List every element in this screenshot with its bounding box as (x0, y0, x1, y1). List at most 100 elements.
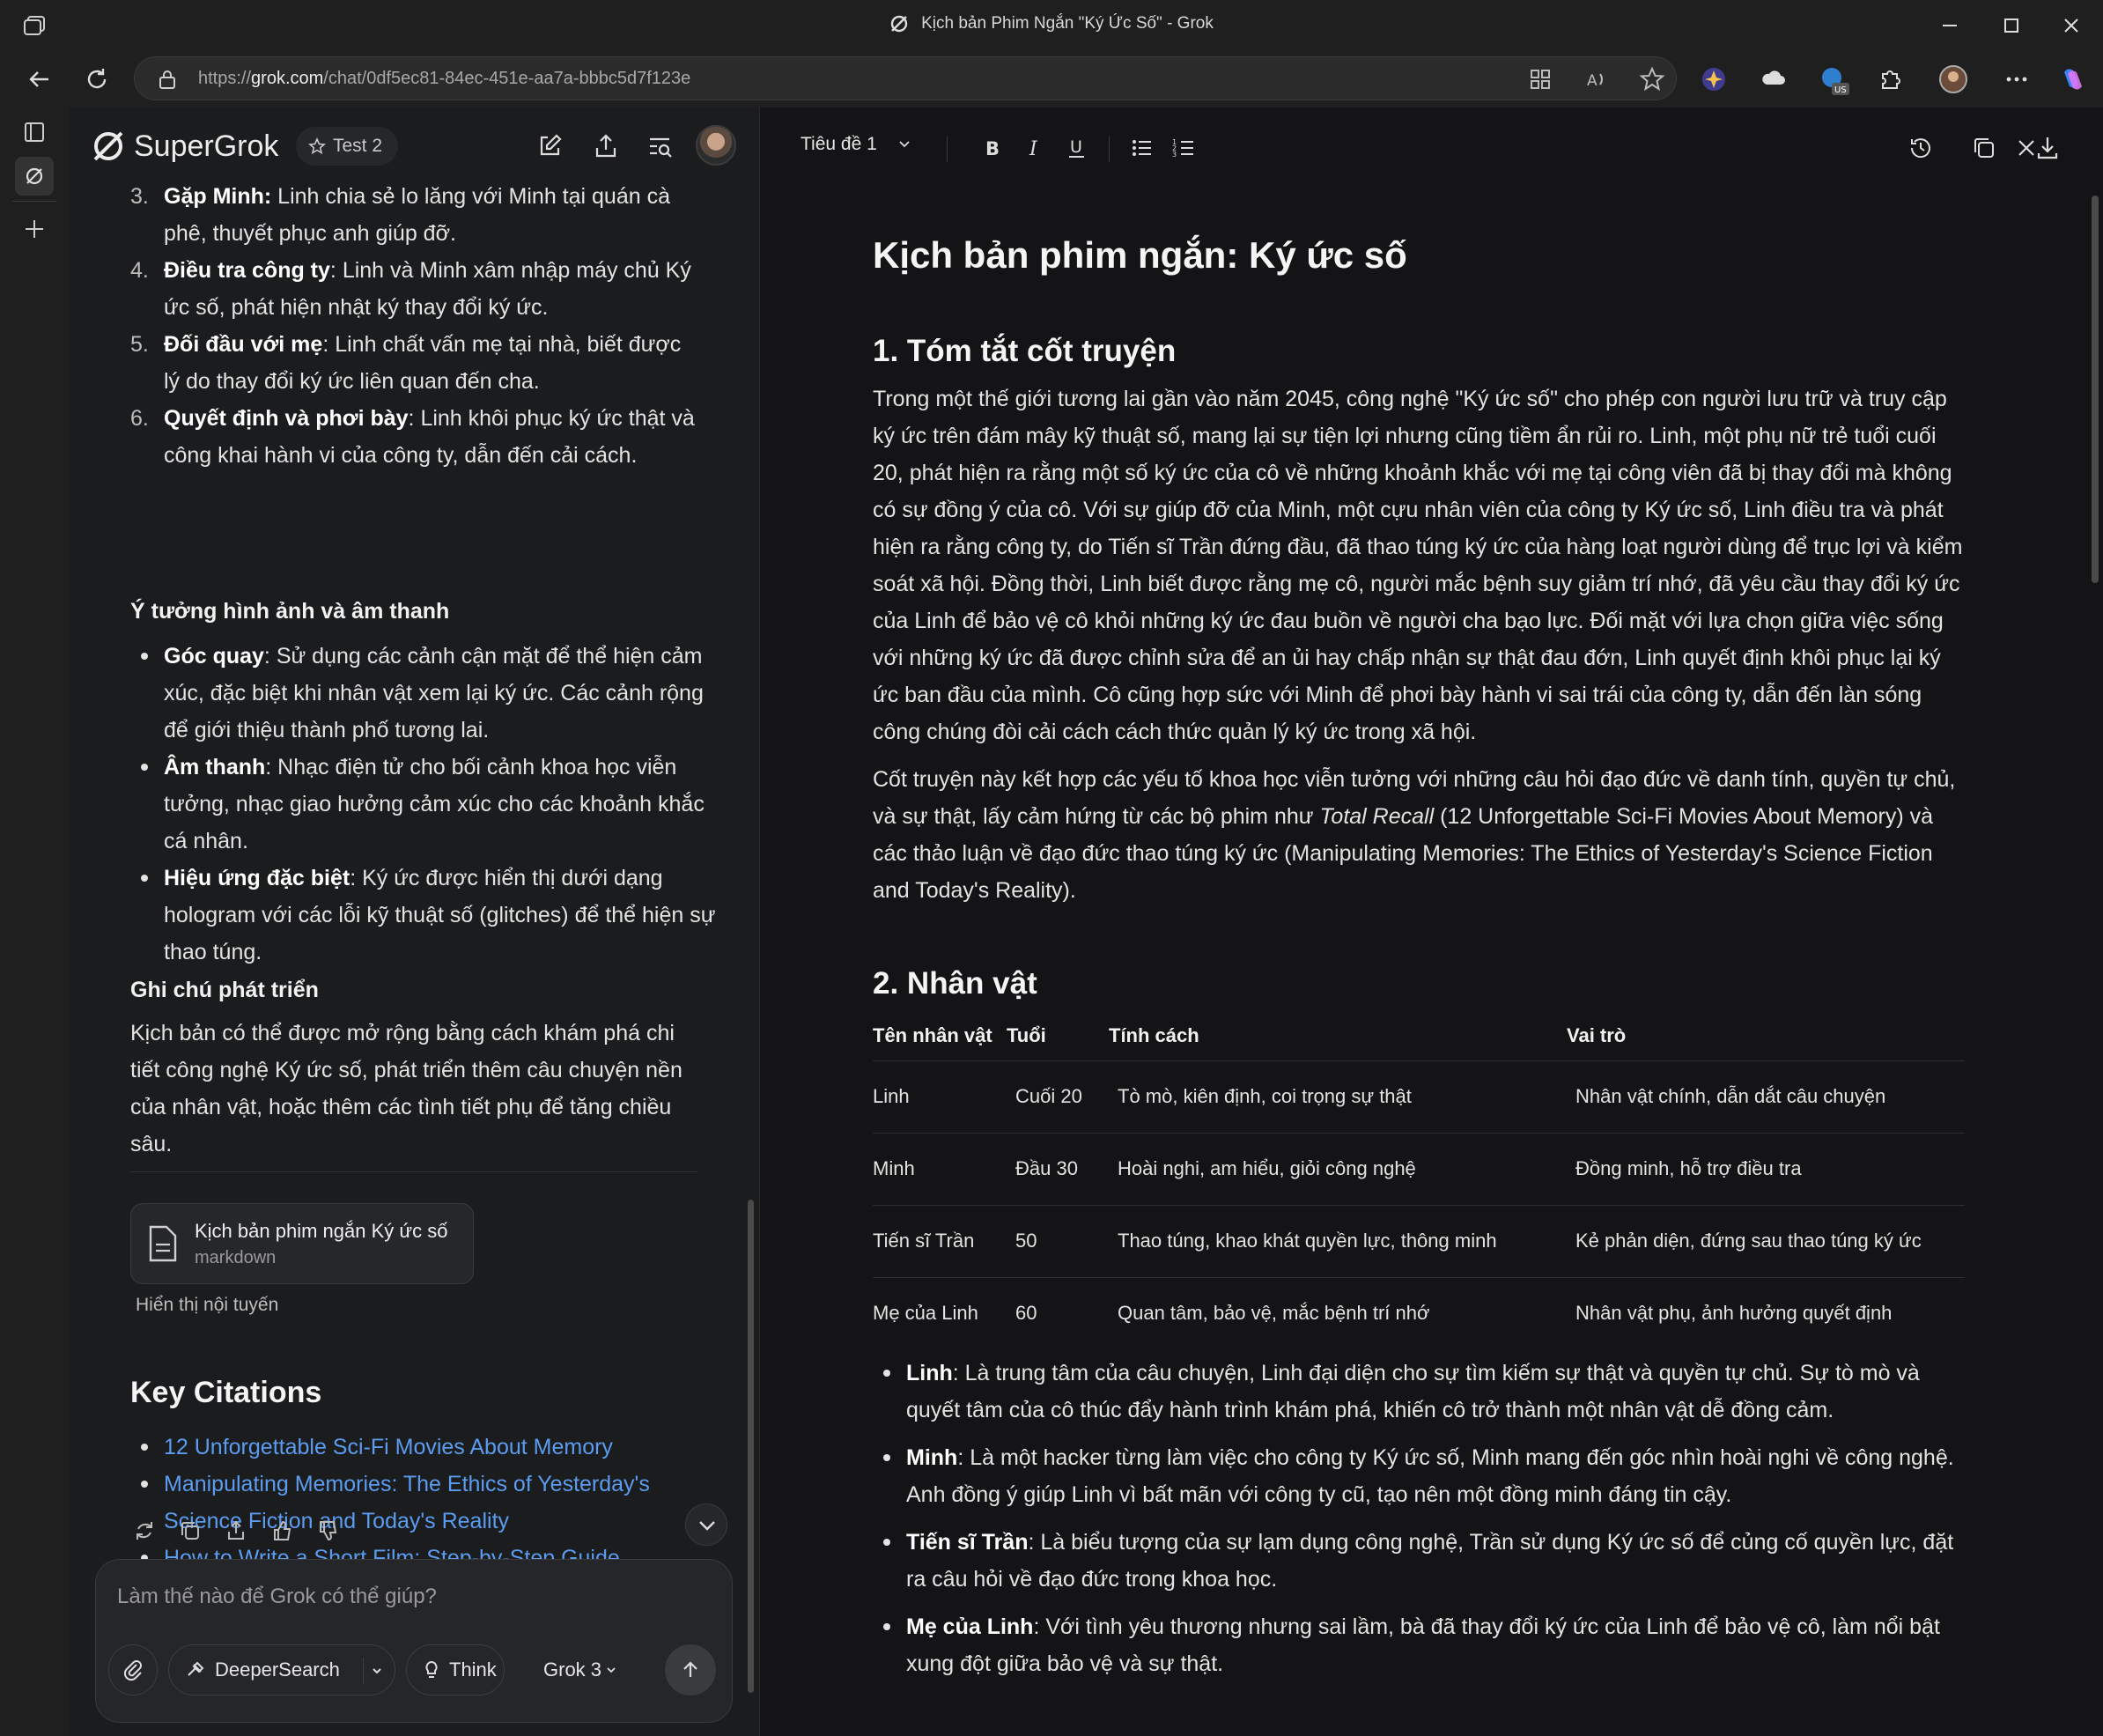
chat-header: SuperGrok Test 2 (69, 107, 759, 187)
plot-summary-paragraph[interactable]: Trong một thế giới tương lai gần vào năm… (873, 380, 1965, 750)
more-options-icon[interactable] (2001, 63, 2033, 95)
think-button[interactable]: Think (406, 1644, 505, 1695)
table-cell[interactable]: 60 (1007, 1276, 1109, 1349)
thumbs-down-icon[interactable] (314, 1517, 342, 1545)
history-search-icon[interactable] (645, 130, 676, 162)
chat-scrollbar[interactable] (748, 1200, 754, 1693)
table-cell[interactable]: Nhân vật chính, dẫn dắt câu chuyện (1567, 1060, 1965, 1133)
share-icon[interactable] (590, 130, 622, 162)
step-title: Điều tra công ty (164, 258, 330, 283)
column-header: Tính cách (1109, 1023, 1199, 1046)
list-number: 6. (130, 406, 149, 431)
user-avatar[interactable] (696, 125, 736, 166)
section-heading[interactable]: 1. Tóm tắt cốt truyện (873, 331, 1965, 372)
chat-panel: SuperGrok Test 2 3. Gặp Minh: Linh chia s… (69, 107, 759, 1736)
document-icon (147, 1223, 179, 1264)
show-inline-link[interactable]: Hiển thị nội tuyến (136, 1295, 278, 1316)
url-prefix: https:// (198, 69, 252, 88)
copy-document-icon[interactable] (1968, 132, 2000, 164)
table-cell[interactable]: Quan tâm, bảo vệ, mắc bệnh trí nhớ (1109, 1276, 1567, 1349)
extension-star-icon[interactable] (1698, 63, 1730, 95)
toolbar-separator (947, 136, 948, 162)
text-style-dropdown[interactable]: Tiêu đề 1 (801, 134, 914, 155)
read-aloud-icon[interactable]: A (1584, 67, 1609, 92)
table-cell[interactable]: Tò mò, kiên định, coi trọng sự thật (1109, 1060, 1567, 1133)
table-cell[interactable]: Hoài nghi, am hiểu, giỏi công nghệ (1109, 1132, 1567, 1205)
close-window-icon[interactable] (2055, 11, 2087, 41)
send-button[interactable] (665, 1644, 716, 1695)
table-cell[interactable]: Minh (873, 1132, 1007, 1205)
brand-logo[interactable]: SuperGrok (90, 127, 278, 166)
deepersearch-button[interactable]: DeeperSearch (168, 1644, 395, 1695)
list-item[interactable]: Minh: Là một hacker từng làm việc cho cô… (873, 1439, 1965, 1513)
table-cell[interactable]: Linh (873, 1060, 1007, 1133)
scroll-to-bottom-button[interactable] (685, 1503, 727, 1546)
favorite-star-icon[interactable] (1639, 66, 1665, 92)
new-chat-icon[interactable] (534, 130, 565, 162)
thumbs-up-icon[interactable] (268, 1517, 296, 1545)
window-title-text: Kịch bản Phim Ngắn "Ký Ức Số" - Grok (921, 14, 1214, 33)
model-label: Grok 3 (543, 1658, 602, 1681)
vpn-extension-icon[interactable]: US (1818, 63, 1849, 95)
attach-button[interactable] (108, 1644, 158, 1695)
table-cell[interactable]: Đồng minh, hỗ trợ điều tra (1567, 1132, 1965, 1205)
section-heading[interactable]: 2. Nhân vật (873, 964, 1965, 1004)
table-cell[interactable]: Nhân vật phụ, ảnh hưởng quyết định (1567, 1276, 1965, 1349)
version-history-icon[interactable] (1905, 132, 1937, 164)
new-tab-button[interactable] (15, 210, 54, 248)
minimize-icon[interactable] (1934, 11, 1966, 41)
list-item: 3. Gặp Minh: Linh chia sẻ lo lắng với Min… (130, 178, 703, 252)
document-toolbar: Tiêu đề 1 B I U 123 (760, 107, 2103, 187)
close-document-icon[interactable] (2095, 132, 2103, 164)
list-item[interactable]: Tiến sĩ Trần: Là biểu tượng của sự lạm d… (873, 1524, 1965, 1598)
chevron-down-icon (601, 1661, 621, 1679)
browser-vertical-sidebar (0, 107, 69, 1736)
underline-icon[interactable]: U (1061, 132, 1093, 164)
refresh-icon[interactable] (81, 63, 113, 95)
document-title[interactable]: Kịch bản phim ngắn: Ký ức số (873, 231, 1965, 280)
list-item[interactable]: Linh: Là trung tâm của câu chuyện, Linh … (873, 1355, 1965, 1429)
chevron-down-icon[interactable] (363, 1658, 389, 1684)
url-text[interactable]: https://grok.com/chat/0df5ec81-84ec-451e… (198, 69, 690, 89)
think-label: Think (449, 1658, 497, 1681)
copy-icon[interactable] (176, 1517, 204, 1545)
project-name: Test 2 (333, 136, 383, 156)
project-pill[interactable]: Test 2 (296, 127, 399, 166)
document-scrollbar[interactable] (2092, 196, 2099, 583)
bullet-list-icon[interactable] (1126, 132, 1158, 164)
maximize-icon[interactable] (1996, 11, 2027, 41)
list-item: Góc quay: Sử dụng các cảnh cận mặt để th… (130, 638, 729, 749)
tabs-panel-button[interactable] (15, 113, 54, 151)
inspiration-paragraph[interactable]: Cốt truyện này kết hợp các yếu tố khoa h… (873, 761, 1965, 909)
regenerate-icon[interactable] (130, 1517, 159, 1545)
cloud-extension-icon[interactable] (1758, 63, 1789, 95)
table-cell[interactable]: Đầu 30 (1007, 1132, 1109, 1205)
table-cell[interactable]: 50 (1007, 1204, 1109, 1277)
table-cell[interactable]: Cuối 20 (1007, 1060, 1109, 1133)
citation-link[interactable]: 12 Unforgettable Sci-Fi Movies About Mem… (130, 1429, 703, 1466)
share-message-icon[interactable] (222, 1517, 250, 1545)
bold-icon[interactable]: B (977, 132, 1008, 164)
table-cell[interactable]: Mẹ của Linh (873, 1276, 1007, 1349)
table-cell[interactable]: Kẻ phản diện, đứng sau thao túng ký ức (1567, 1204, 1965, 1277)
extensions-puzzle-icon[interactable] (1874, 63, 1906, 95)
numbered-list-icon[interactable]: 123 (1169, 132, 1200, 164)
grok-tab-button[interactable] (15, 157, 54, 196)
composer-input[interactable]: Làm thế nào để Grok có thể giúp? (117, 1585, 437, 1609)
address-bar[interactable]: https://grok.com/chat/0df5ec81-84ec-451e… (134, 56, 1677, 100)
copilot-icon[interactable] (2057, 63, 2089, 95)
app-available-icon[interactable] (1528, 67, 1553, 92)
document-attachment-card[interactable]: Kịch bản phim ngắn Ký ức số markdown (130, 1203, 474, 1284)
message-actions (130, 1517, 342, 1545)
lock-icon[interactable] (158, 69, 177, 90)
list-item[interactable]: Mẹ của Linh: Với tình yêu thương nhưng s… (873, 1608, 1965, 1682)
table-cell[interactable]: Tiến sĩ Trần (873, 1204, 1007, 1277)
italic-icon[interactable]: I (1019, 132, 1051, 164)
profile-avatar-icon[interactable] (1937, 63, 1969, 95)
bullet-title: Tiến sĩ Trần (906, 1530, 1029, 1555)
model-selector[interactable]: Grok 3 (526, 1644, 623, 1695)
back-icon[interactable] (23, 63, 55, 95)
table-cell[interactable]: Thao túng, khao khát quyền lực, thông mi… (1109, 1204, 1567, 1277)
deepersearch-icon (185, 1659, 206, 1681)
close-panel-icon[interactable] (2011, 132, 2042, 164)
